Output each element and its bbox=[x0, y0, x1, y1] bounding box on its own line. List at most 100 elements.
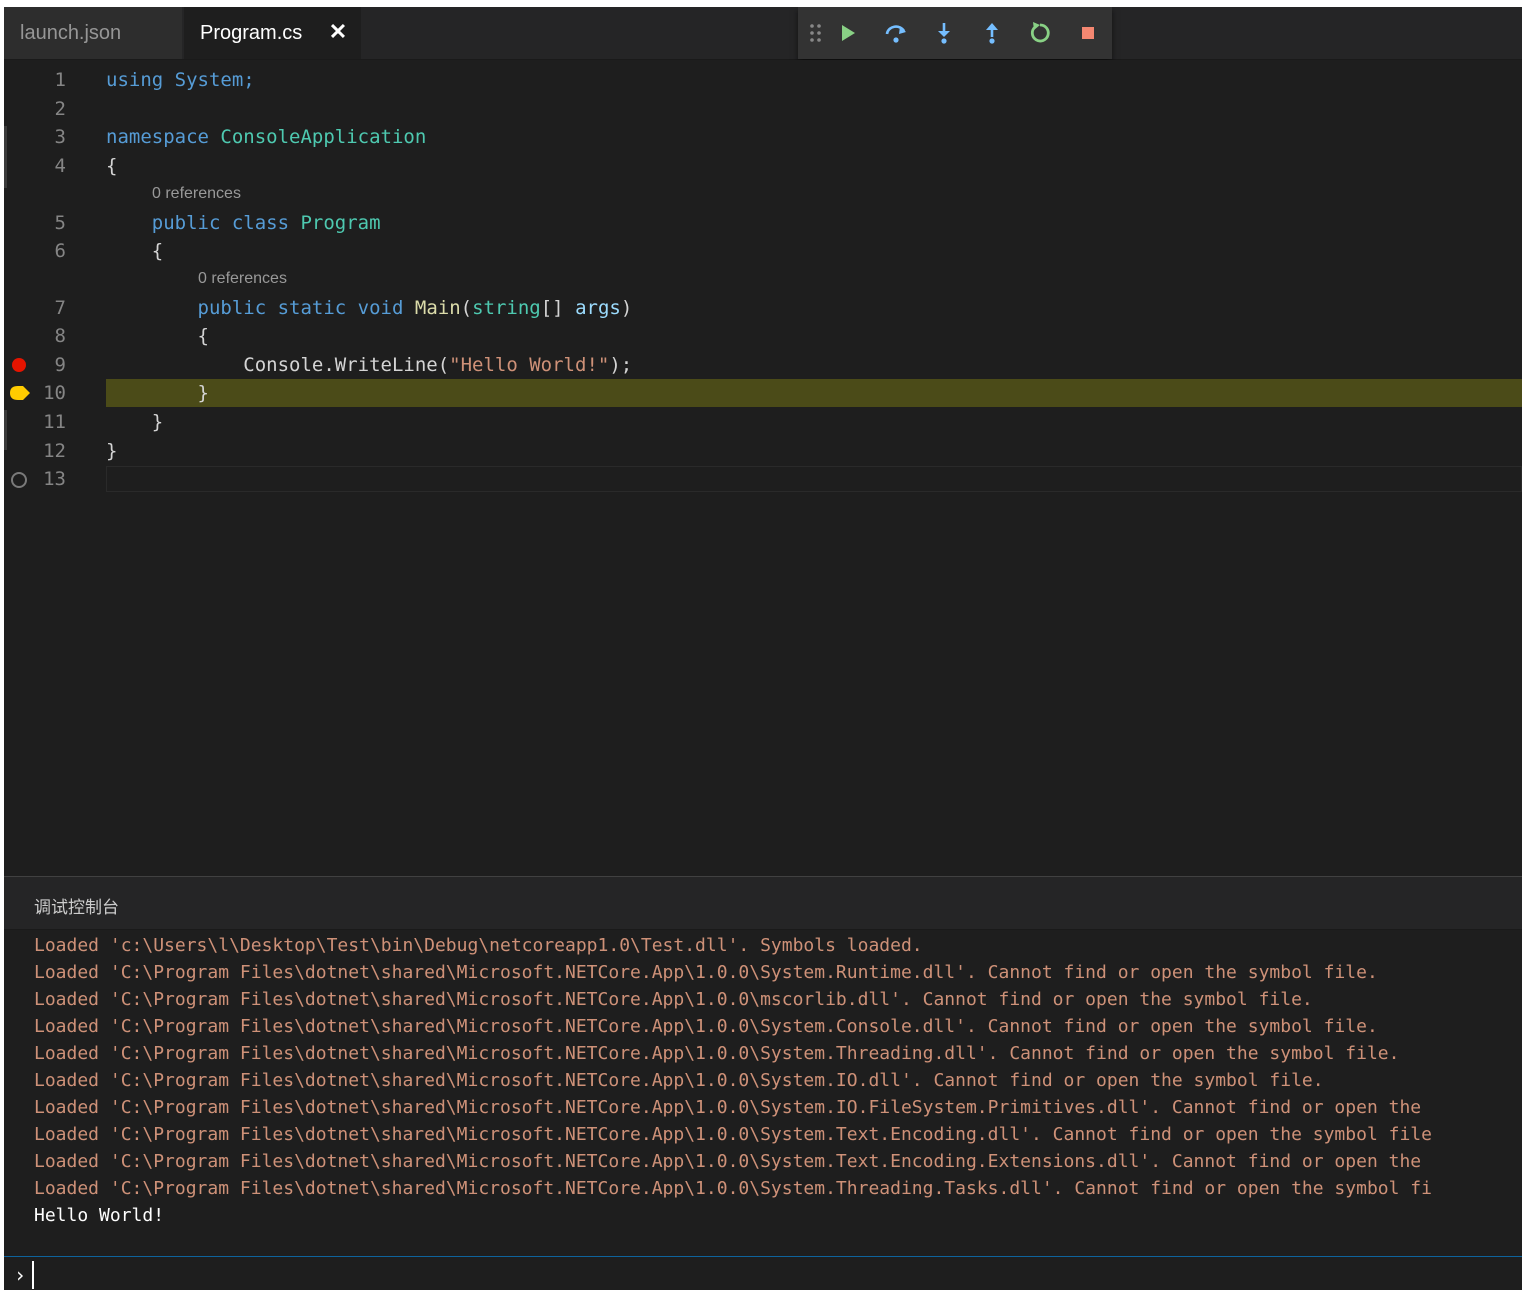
code-text: namespace ConsoleApplication bbox=[106, 123, 426, 151]
code-token: } bbox=[106, 382, 209, 404]
debug-console-output[interactable]: Loaded 'c:\Users\l\Desktop\Test\bin\Debu… bbox=[4, 930, 1522, 1256]
editor-tab-bar: launch.json Program.cs ✕ bbox=[4, 7, 1522, 60]
code-token: ( bbox=[460, 297, 473, 319]
code-token: ConsoleApplication bbox=[208, 126, 427, 148]
debug-repl: › bbox=[4, 1256, 1522, 1290]
breakpoint-icon[interactable] bbox=[12, 358, 26, 372]
code-token: namespace bbox=[106, 126, 209, 148]
tab-label: Program.cs bbox=[200, 21, 303, 44]
code-text: Console.WriteLine("Hello World!"); bbox=[106, 351, 632, 379]
close-icon[interactable]: ✕ bbox=[327, 21, 349, 43]
code-token: ) bbox=[620, 297, 633, 319]
code-token: public bbox=[151, 212, 221, 234]
code-editor[interactable]: 1 using System; 2 3 namespace ConsoleApplica… bbox=[4, 60, 1522, 875]
code-text: public static void Main(string[] args) bbox=[106, 294, 633, 322]
code-line[interactable]: 1 using System; bbox=[4, 66, 1522, 94]
code-token: } bbox=[106, 411, 164, 433]
code-token: } bbox=[106, 440, 118, 462]
code-text: { bbox=[106, 237, 163, 265]
code-token: Program bbox=[289, 212, 381, 234]
debug-toolbar bbox=[798, 7, 1112, 59]
code-line[interactable]: 6 { bbox=[4, 237, 1522, 265]
code-line[interactable]: 7 public static void Main(string[] args) bbox=[4, 294, 1522, 322]
code-line[interactable]: 11 } bbox=[4, 408, 1522, 436]
line-number: 12 bbox=[43, 440, 66, 462]
code-token: [] bbox=[540, 297, 576, 319]
line-number: 8 bbox=[54, 325, 66, 347]
console-log-line: Loaded 'C:\Program Files\dotnet\shared\M… bbox=[34, 1124, 1432, 1145]
debug-console-panel: 调试控制台 Loaded 'c:\Users\l\Desktop\Test\bi… bbox=[4, 876, 1522, 1290]
line-number: 7 bbox=[54, 297, 66, 319]
debug-current-position-icon[interactable] bbox=[8, 385, 32, 406]
code-text: { bbox=[106, 152, 117, 180]
code-line[interactable]: 8 { bbox=[4, 322, 1522, 350]
step-out-icon[interactable] bbox=[978, 19, 1006, 47]
step-over-icon[interactable] bbox=[882, 19, 910, 47]
code-token: using bbox=[106, 69, 164, 91]
panel-header: 调试控制台 bbox=[4, 877, 1522, 930]
code-line[interactable]: 3 namespace ConsoleApplication bbox=[4, 123, 1522, 151]
code-text: } bbox=[106, 437, 117, 465]
vscode-window: launch.json Program.cs ✕ 1 using System;… bbox=[4, 7, 1522, 1290]
code-line[interactable]: 4{ bbox=[4, 152, 1522, 180]
code-text: { bbox=[106, 322, 209, 350]
console-log-line: Loaded 'C:\Program Files\dotnet\shared\M… bbox=[34, 1178, 1432, 1199]
code-text: } bbox=[106, 408, 163, 436]
repl-input[interactable] bbox=[32, 1261, 1518, 1289]
line-number: 11 bbox=[43, 411, 66, 433]
code-token: Main bbox=[403, 297, 461, 319]
code-token: Console.WriteLine( bbox=[106, 354, 450, 376]
tab-launch-json[interactable]: launch.json bbox=[4, 7, 183, 59]
code-token: args bbox=[575, 297, 621, 319]
code-token: class bbox=[220, 212, 290, 234]
line-number: 3 bbox=[54, 126, 66, 148]
code-text: public class Program bbox=[106, 209, 381, 237]
restart-icon[interactable] bbox=[1026, 19, 1054, 47]
code-token: { bbox=[106, 325, 209, 347]
code-line[interactable]: 2 bbox=[4, 95, 1522, 123]
drag-handle-icon[interactable] bbox=[802, 19, 830, 47]
code-line[interactable]: 10 } bbox=[4, 379, 1522, 407]
code-token: { bbox=[106, 240, 164, 262]
line-number: 1 bbox=[54, 69, 66, 91]
console-log-line: Loaded 'c:\Users\l\Desktop\Test\bin\Debu… bbox=[34, 935, 923, 956]
code-token: "Hello World!" bbox=[449, 354, 610, 376]
code-text: } bbox=[106, 379, 209, 407]
code-token: public bbox=[197, 297, 267, 319]
code-token: void bbox=[346, 297, 404, 319]
line-number: 6 bbox=[54, 240, 66, 262]
code-token: System; bbox=[163, 69, 255, 91]
code-token: { bbox=[106, 155, 118, 177]
console-log-line: Loaded 'C:\Program Files\dotnet\shared\M… bbox=[34, 962, 1378, 983]
program-output-line: Hello World! bbox=[34, 1205, 165, 1226]
code-line[interactable]: 5 public class Program bbox=[4, 209, 1522, 237]
continue-icon[interactable] bbox=[834, 19, 862, 47]
code-line[interactable]: 9 Console.WriteLine("Hello World!"); bbox=[4, 351, 1522, 379]
console-log-line: Loaded 'C:\Program Files\dotnet\shared\M… bbox=[34, 1043, 1400, 1064]
line-number: 4 bbox=[54, 155, 66, 177]
stop-icon[interactable] bbox=[1074, 19, 1102, 47]
console-log-line: Loaded 'C:\Program Files\dotnet\shared\M… bbox=[34, 1151, 1422, 1172]
tab-program-cs[interactable]: Program.cs ✕ bbox=[184, 7, 361, 59]
tab-label: launch.json bbox=[20, 21, 122, 44]
console-log-line: Loaded 'C:\Program Files\dotnet\shared\M… bbox=[34, 1070, 1324, 1091]
console-log-line: Loaded 'C:\Program Files\dotnet\shared\M… bbox=[34, 1016, 1378, 1037]
console-log-line: Loaded 'C:\Program Files\dotnet\shared\M… bbox=[34, 1097, 1422, 1118]
line-number: 5 bbox=[54, 212, 66, 234]
codelens-references[interactable]: 0 references bbox=[198, 265, 287, 293]
chevron-right-icon: › bbox=[14, 1263, 27, 1287]
unverified-breakpoint-icon[interactable] bbox=[11, 472, 27, 488]
panel-title[interactable]: 调试控制台 bbox=[34, 893, 119, 918]
codelens-references[interactable]: 0 references bbox=[152, 180, 241, 208]
console-log-line: Loaded 'C:\Program Files\dotnet\shared\M… bbox=[34, 989, 1313, 1010]
line-number: 2 bbox=[54, 98, 66, 120]
code-line[interactable]: 13 bbox=[4, 465, 1522, 493]
code-token: static bbox=[266, 297, 347, 319]
code-token: ); bbox=[609, 354, 633, 376]
code-text: using System; bbox=[106, 66, 255, 94]
code-line[interactable]: 12} bbox=[4, 437, 1522, 465]
step-into-icon[interactable] bbox=[930, 19, 958, 47]
code-token: string bbox=[472, 297, 541, 319]
